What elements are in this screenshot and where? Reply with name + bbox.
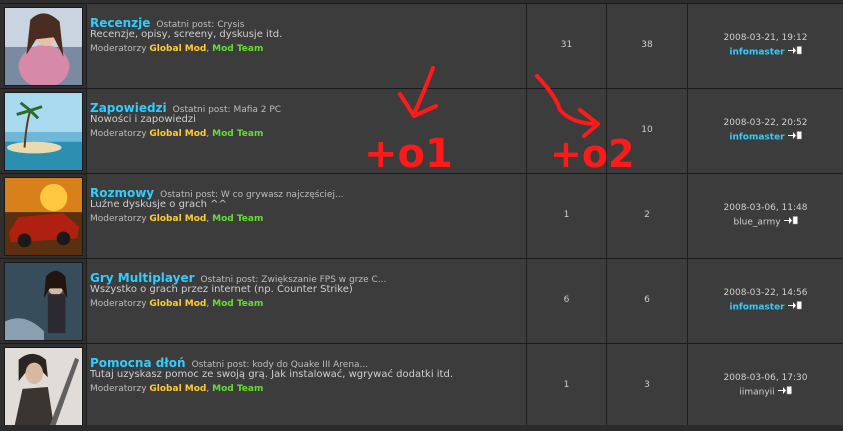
go-to-post-icon[interactable] [783, 216, 798, 228]
last-post-user-link[interactable]: infomaster [729, 133, 784, 143]
last-post-date: 2008-03-06, 11:48 [723, 203, 808, 213]
moderators-label: Moderatorzy [90, 299, 147, 309]
topics-cell: 31 [526, 4, 606, 88]
go-to-post-icon[interactable] [787, 131, 802, 143]
moderators-line: Moderatorzy Global Mod, Mod Team [90, 44, 263, 54]
last-post-cell: 2008-03-06, 17:30 iimanyii [687, 344, 843, 428]
mod-team-link[interactable]: Mod Team [212, 129, 263, 139]
posts-count: 6 [644, 295, 650, 305]
topics-cell [526, 89, 606, 173]
forum-info-cell: Recenzje Ostatni post: Crysis Recenzje, o… [86, 4, 526, 88]
last-post-cell: 2008-03-06, 11:48 blue_army [687, 174, 843, 258]
topics-count: 31 [560, 40, 573, 50]
posts-cell: 2 [606, 174, 687, 258]
last-post-link[interactable]: W co grywasz najczęściej... [221, 190, 344, 200]
last-post-date: 2008-03-22, 14:56 [723, 288, 808, 298]
global-mod-link[interactable]: Global Mod [149, 299, 206, 309]
thumbnail-cell [0, 174, 86, 258]
swordsman-thumbnail[interactable] [4, 347, 83, 426]
topics-count: 1 [563, 380, 570, 390]
last-post-date: 2008-03-21, 19:12 [723, 33, 808, 43]
posts-count: 10 [641, 125, 653, 135]
mod-separator: , [206, 129, 210, 139]
forum-info-cell: Rozmowy Ostatni post: W co grywasz najczę… [86, 174, 526, 258]
mod-team-link[interactable]: Mod Team [212, 214, 263, 224]
posts-count: 38 [641, 40, 653, 50]
mod-separator: , [206, 384, 210, 394]
topics-cell: 1 [526, 344, 606, 428]
race-car-thumbnail[interactable] [4, 177, 83, 256]
forum-link[interactable]: Rozmowy [90, 186, 154, 200]
forum-description: Wszystko o grach przez internet (np. Cou… [90, 284, 353, 295]
last-post-date: 2008-03-06, 17:30 [723, 373, 808, 383]
forum-row: Rozmowy Ostatni post: W co grywasz najczę… [0, 173, 843, 258]
forum-row: Recenzje Ostatni post: Crysis Recenzje, o… [0, 3, 843, 88]
moderators-label: Moderatorzy [90, 129, 147, 139]
mod-team-link[interactable]: Mod Team [212, 44, 263, 54]
forum-link[interactable]: Gry Multiplayer [90, 271, 195, 285]
go-to-post-icon[interactable] [787, 46, 802, 58]
forum-row: Zapowiedzi Ostatni post: Mafia 2 PC Nowoś… [0, 88, 843, 173]
last-post-user-link[interactable]: infomaster [729, 303, 784, 313]
forum-info-cell: Gry Multiplayer Ostatni post: Zwiększanie… [86, 259, 526, 343]
forum-info-cell: Pomocna dłoń Ostatni post: kody do Quake … [86, 344, 526, 428]
last-post-user-link[interactable]: infomaster [729, 48, 784, 58]
posts-count: 2 [644, 210, 650, 220]
moderators-line: Moderatorzy Global Mod, Mod Team [90, 129, 263, 139]
last-post-cell: 2008-03-22, 20:52 infomaster [687, 89, 843, 173]
forum-description: Nowości i zapowiedzi [90, 114, 196, 125]
forum-list-table: Recenzje Ostatni post: Crysis Recenzje, o… [0, 0, 843, 431]
global-mod-link[interactable]: Global Mod [149, 44, 206, 54]
mod-separator: , [206, 214, 210, 224]
topics-count: 1 [563, 210, 570, 220]
moderators-line: Moderatorzy Global Mod, Mod Team [90, 214, 263, 224]
woman-portrait-thumbnail[interactable] [4, 7, 83, 86]
topics-cell: 1 [526, 174, 606, 258]
forum-row: Gry Multiplayer Ostatni post: Zwiększanie… [0, 258, 843, 343]
moderators-line: Moderatorzy Global Mod, Mod Team [90, 384, 263, 394]
forum-link[interactable]: Zapowiedzi [90, 101, 167, 115]
last-post-user-link[interactable]: iimanyii [739, 388, 774, 398]
moderators-label: Moderatorzy [90, 214, 147, 224]
moderators-label: Moderatorzy [90, 384, 147, 394]
posts-cell: 10 [606, 89, 687, 173]
last-post-user-link[interactable]: blue_army [733, 218, 780, 228]
forum-description: Tutaj uzyskasz pomoc ze swoją grą. Jak i… [90, 369, 454, 380]
thumbnail-cell [0, 89, 86, 173]
posts-count: 3 [644, 380, 650, 390]
warrior-woman-thumbnail[interactable] [4, 262, 83, 341]
forum-description: Recenzje, opisy, screeny, dyskusje itd. [90, 29, 283, 40]
topics-count: 6 [563, 295, 570, 305]
topics-cell: 6 [526, 259, 606, 343]
mod-team-link[interactable]: Mod Team [212, 384, 263, 394]
table-bottom-border [0, 425, 843, 431]
forum-link[interactable]: Recenzje [90, 16, 150, 30]
mod-separator: , [206, 44, 210, 54]
mod-team-link[interactable]: Mod Team [212, 299, 263, 309]
forum-info-cell: Zapowiedzi Ostatni post: Mafia 2 PC Nowoś… [86, 89, 526, 173]
go-to-post-icon[interactable] [777, 386, 792, 398]
moderators-label: Moderatorzy [90, 44, 147, 54]
go-to-post-icon[interactable] [787, 301, 802, 313]
moderators-line: Moderatorzy Global Mod, Mod Team [90, 299, 263, 309]
thumbnail-cell [0, 344, 86, 428]
posts-cell: 6 [606, 259, 687, 343]
thumbnail-cell [0, 4, 86, 88]
forum-description: Luźne dyskusje o grach ^^ [90, 199, 227, 210]
global-mod-link[interactable]: Global Mod [149, 129, 206, 139]
posts-cell: 3 [606, 344, 687, 428]
global-mod-link[interactable]: Global Mod [149, 384, 206, 394]
forum-link[interactable]: Pomocna dłoń [90, 356, 186, 370]
last-post-link[interactable]: Mafia 2 PC [233, 105, 281, 115]
last-post-cell: 2008-03-21, 19:12 infomaster [687, 4, 843, 88]
global-mod-link[interactable]: Global Mod [149, 214, 206, 224]
posts-cell: 38 [606, 4, 687, 88]
mod-separator: , [206, 299, 210, 309]
thumbnail-cell [0, 259, 86, 343]
last-post-date: 2008-03-22, 20:52 [723, 118, 808, 128]
forum-row: Pomocna dłoń Ostatni post: kody do Quake … [0, 343, 843, 428]
last-post-cell: 2008-03-22, 14:56 infomaster [687, 259, 843, 343]
tropical-beach-thumbnail[interactable] [4, 92, 83, 171]
